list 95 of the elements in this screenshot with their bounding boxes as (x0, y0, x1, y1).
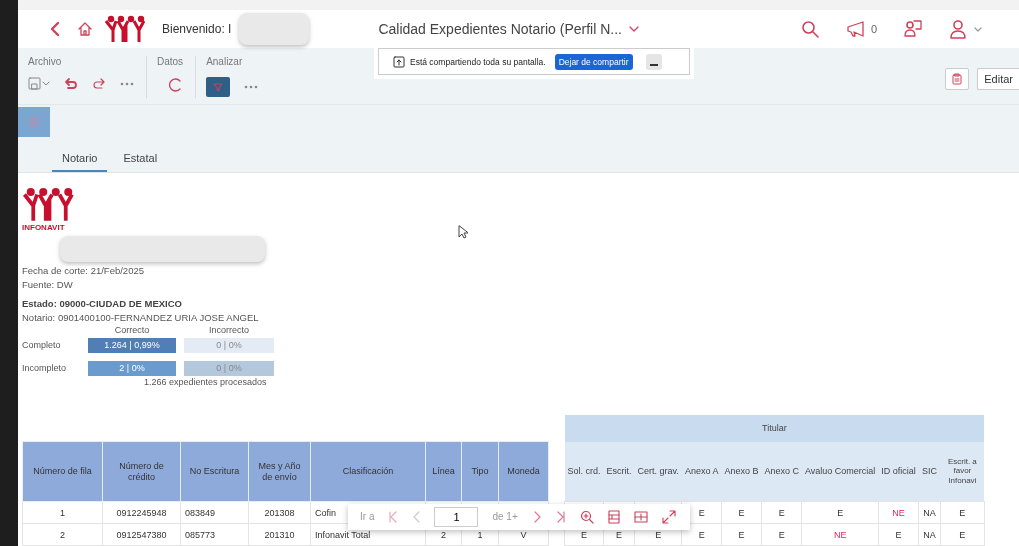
total-text: 1.266 expedientes procesados (144, 377, 267, 387)
logo-text: INFONAVIT (22, 223, 65, 232)
column-header[interactable]: Número de crédito (102, 441, 181, 502)
edit-button[interactable]: Editar (977, 68, 1019, 90)
matrix-cell: 0 | 0% (184, 360, 274, 376)
column-header[interactable]: Línea (425, 441, 462, 502)
upload-icon (393, 55, 405, 68)
table-cell: E (940, 501, 985, 524)
go-to-label: Ir a (360, 511, 375, 522)
report-title[interactable]: Calidad Expedientes Notario (Perfil N... (378, 21, 622, 37)
redo-icon[interactable] (92, 77, 106, 91)
matrix-cell: 0 | 0% (184, 337, 274, 353)
table-cell: E (721, 523, 762, 546)
column-header[interactable]: Avaluo Comercial (801, 441, 879, 502)
table-cell: NE (801, 523, 879, 546)
table-cell: E (940, 523, 985, 546)
table-cell: 0912245948 (102, 501, 181, 524)
logo-icon[interactable] (104, 15, 148, 43)
column-header[interactable]: Tipo (461, 441, 499, 502)
undo-icon[interactable] (64, 77, 78, 91)
search-icon[interactable] (800, 20, 819, 38)
table-cell: NA (918, 523, 941, 546)
table-cell: 085773 (180, 523, 249, 546)
row-label: Incompleto (22, 362, 68, 375)
logo-icon (22, 187, 77, 222)
column-header[interactable]: Anexo B (721, 441, 762, 502)
layout-icon[interactable] (607, 509, 620, 524)
reset-icon (28, 116, 40, 128)
last-page-icon[interactable] (555, 510, 566, 523)
column-label: Incorrecto (208, 325, 250, 335)
redaction-block (239, 13, 310, 45)
column-header[interactable]: Mes y Año de envío (248, 441, 311, 502)
chevron-down-icon[interactable] (973, 25, 983, 33)
table-cell: 2 (22, 523, 103, 546)
info-text: Estado: 09000-CIUDAD DE MEXICO (22, 298, 182, 309)
tab[interactable]: Estatal (113, 145, 168, 172)
info-text: Fuente: DW (22, 279, 73, 290)
info-text: Notario: 0901400100-FERNANDEZ URIA JOSE ANGEL (22, 312, 259, 323)
row-height-icon[interactable] (633, 510, 648, 523)
table-cell: E (761, 501, 802, 524)
home-icon[interactable] (76, 20, 94, 38)
more-icon[interactable] (120, 81, 134, 87)
zoom-in-icon[interactable] (579, 509, 594, 524)
stop-sharing-button[interactable]: Dejar de compartir (554, 53, 633, 70)
page-count: de 1+ (492, 511, 518, 522)
people-icon[interactable] (903, 19, 923, 39)
table-cell: E (721, 501, 762, 524)
table-cell: E (878, 523, 919, 546)
chevron-down-icon[interactable] (627, 25, 640, 33)
matrix-cell: 1.264 | 0,99% (88, 337, 176, 353)
column-header[interactable]: No Escritura (180, 441, 249, 502)
column-header[interactable]: Número de fila (22, 441, 103, 502)
column-header[interactable]: Moneda (498, 441, 549, 502)
column-header[interactable]: Anexo C (761, 441, 802, 502)
clipboard-button[interactable] (945, 68, 970, 90)
welcome-text: Bienvenido: I (162, 22, 232, 36)
save-icon[interactable] (28, 77, 50, 91)
notification-count: 0 (870, 23, 877, 35)
table-cell: E (761, 523, 802, 546)
tab[interactable]: Notario (52, 145, 108, 172)
more-icon[interactable] (244, 84, 259, 90)
filter-icon (213, 82, 224, 92)
cursor-icon (458, 225, 468, 239)
group-label: Datos (157, 56, 184, 67)
table-cell: 201308 (248, 501, 311, 524)
column-header[interactable]: Escrit. (603, 441, 635, 502)
column-header[interactable]: Clasificación (310, 441, 426, 502)
table-cell: E (801, 501, 879, 524)
table-cell: 083849 (180, 501, 249, 524)
share-message: Está compartiendo toda su pantalla. (410, 56, 546, 67)
page-field[interactable]: 1 (434, 506, 479, 527)
info-text: Fecha de corte: 21/Feb/2025 (22, 265, 144, 276)
column-header[interactable]: ID oficial (878, 441, 919, 502)
expand-icon[interactable] (661, 509, 676, 524)
column-header[interactable]: Cert. grav. (634, 441, 682, 502)
group-label: Analizar (206, 56, 244, 67)
table-cell: NE (878, 501, 919, 524)
back-icon[interactable] (48, 20, 62, 38)
filter-button[interactable] (206, 77, 231, 97)
column-label: Correcto (113, 325, 151, 335)
table-cell: 1 (22, 501, 103, 524)
matrix-cell: 2 | 0% (88, 360, 176, 376)
group-label: Archivo (28, 56, 63, 67)
minimize-button[interactable] (645, 53, 662, 70)
table-cell: NA (918, 501, 941, 524)
column-header[interactable]: Sol. crd. (564, 441, 604, 502)
table-cell: 201310 (248, 523, 311, 546)
row-label: Completo (22, 339, 62, 352)
megaphone-icon[interactable] (844, 20, 865, 38)
column-group-header: Titular (564, 414, 985, 442)
column-header[interactable]: Escrit. a favor Infonavi (940, 441, 985, 502)
table-cell: 0912547380 (102, 523, 181, 546)
column-header[interactable]: Anexo A (681, 441, 722, 502)
clipboard-icon (952, 73, 963, 85)
user-icon[interactable] (949, 19, 967, 39)
